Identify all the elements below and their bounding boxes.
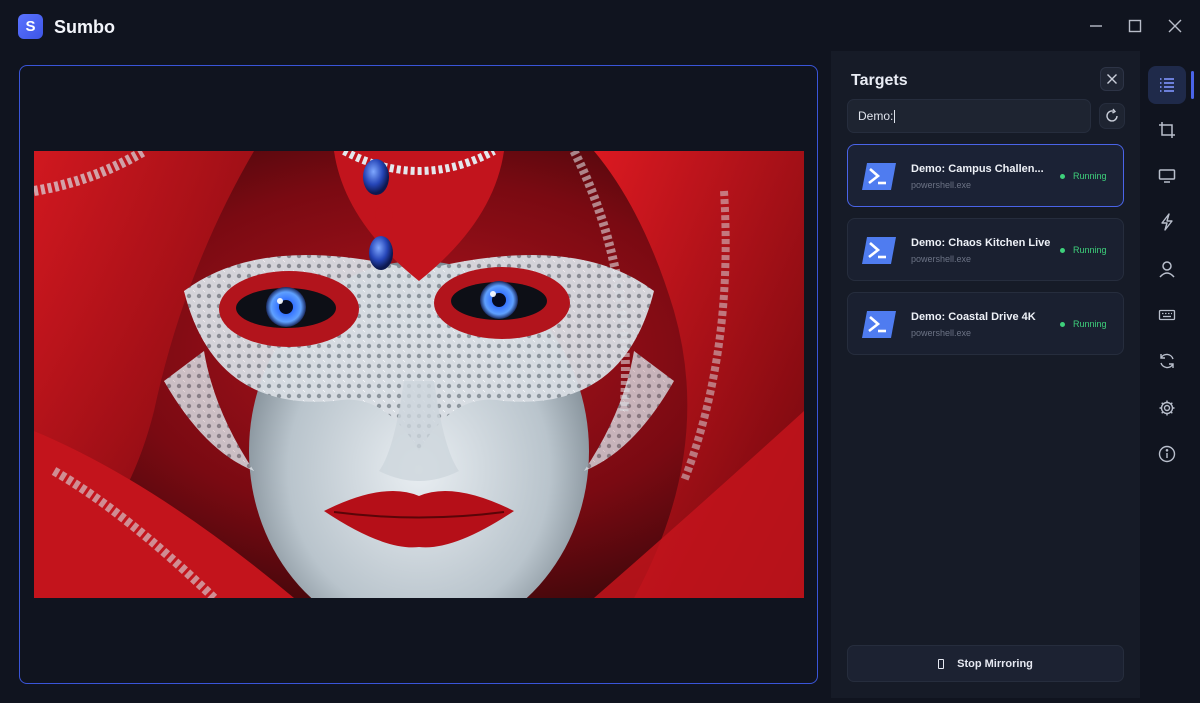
rail-item-targets[interactable] [1148,66,1186,104]
app-title: Sumbo [54,17,115,37]
app-logo: S [18,14,43,39]
status-text: Running [1073,245,1107,255]
user-icon [1159,261,1175,278]
maximize-button[interactable] [1121,12,1149,40]
targets-panel: Targets Demo: Demo: Campus Challen... po… [831,51,1140,698]
search-value: Demo: [858,109,894,123]
powershell-icon [862,237,896,264]
status-dot-icon [1060,247,1065,253]
rail-item-sync[interactable] [1148,342,1186,380]
phone-icon [938,658,945,669]
keyboard-icon [1158,309,1176,321]
minimize-icon [1090,25,1102,27]
target-process: powershell.exe [911,328,972,338]
target-item[interactable]: Demo: Campus Challen... powershell.exe R… [847,144,1124,207]
rail-item-display[interactable] [1148,157,1186,195]
stop-mirroring-button[interactable]: Stop Mirroring [847,645,1124,682]
status-text: Running [1073,319,1107,329]
status-badge: Running [1060,245,1107,255]
target-title: Demo: Campus Challen... [911,163,1044,175]
close-window-button[interactable] [1161,12,1189,40]
refresh-button[interactable] [1099,103,1125,129]
status-badge: Running [1060,171,1107,181]
crop-icon [1159,122,1175,138]
target-process: powershell.exe [911,180,972,190]
status-badge: Running [1060,319,1107,329]
refresh-icon [1106,108,1118,122]
lightning-icon [1161,213,1173,231]
monitor-icon [1158,169,1176,183]
mirrored-image [34,151,804,598]
target-title: Demo: Chaos Kitchen Live [911,237,1051,249]
right-sidebar [1140,51,1200,703]
sync-icon [1160,353,1174,369]
rail-item-crop[interactable] [1148,111,1186,149]
target-item[interactable]: Demo: Chaos Kitchen Live powershell.exe … [847,218,1124,281]
powershell-icon [862,311,896,338]
minimize-button[interactable] [1082,12,1110,40]
rail-item-keyboard[interactable] [1148,296,1186,334]
rail-item-account[interactable] [1148,250,1186,288]
maximize-icon [1128,19,1142,33]
search-input[interactable]: Demo: [847,99,1091,133]
close-icon [1168,19,1182,33]
status-text: Running [1073,171,1107,181]
status-dot-icon [1060,321,1065,327]
target-process: powershell.exe [911,254,972,264]
rail-item-about[interactable] [1148,435,1186,473]
gear-icon [1159,400,1175,416]
title-bar: S Sumbo [0,0,1200,52]
rail-item-settings[interactable] [1148,389,1186,427]
target-item[interactable]: Demo: Coastal Drive 4K powershell.exe Ru… [847,292,1124,355]
target-title: Demo: Coastal Drive 4K [911,311,1036,323]
close-icon [1107,74,1117,84]
list-icon [1160,78,1174,92]
mirror-preview [19,65,818,684]
stop-mirroring-label: Stop Mirroring [957,657,1033,670]
status-dot-icon [1060,173,1065,179]
rail-item-performance[interactable] [1148,203,1186,241]
powershell-icon [862,163,896,190]
active-indicator [1191,71,1194,99]
text-caret [894,109,896,123]
panel-title: Targets [851,72,908,89]
close-panel-button[interactable] [1100,67,1124,91]
info-icon [1158,445,1176,463]
masked-woman-image [34,151,804,598]
